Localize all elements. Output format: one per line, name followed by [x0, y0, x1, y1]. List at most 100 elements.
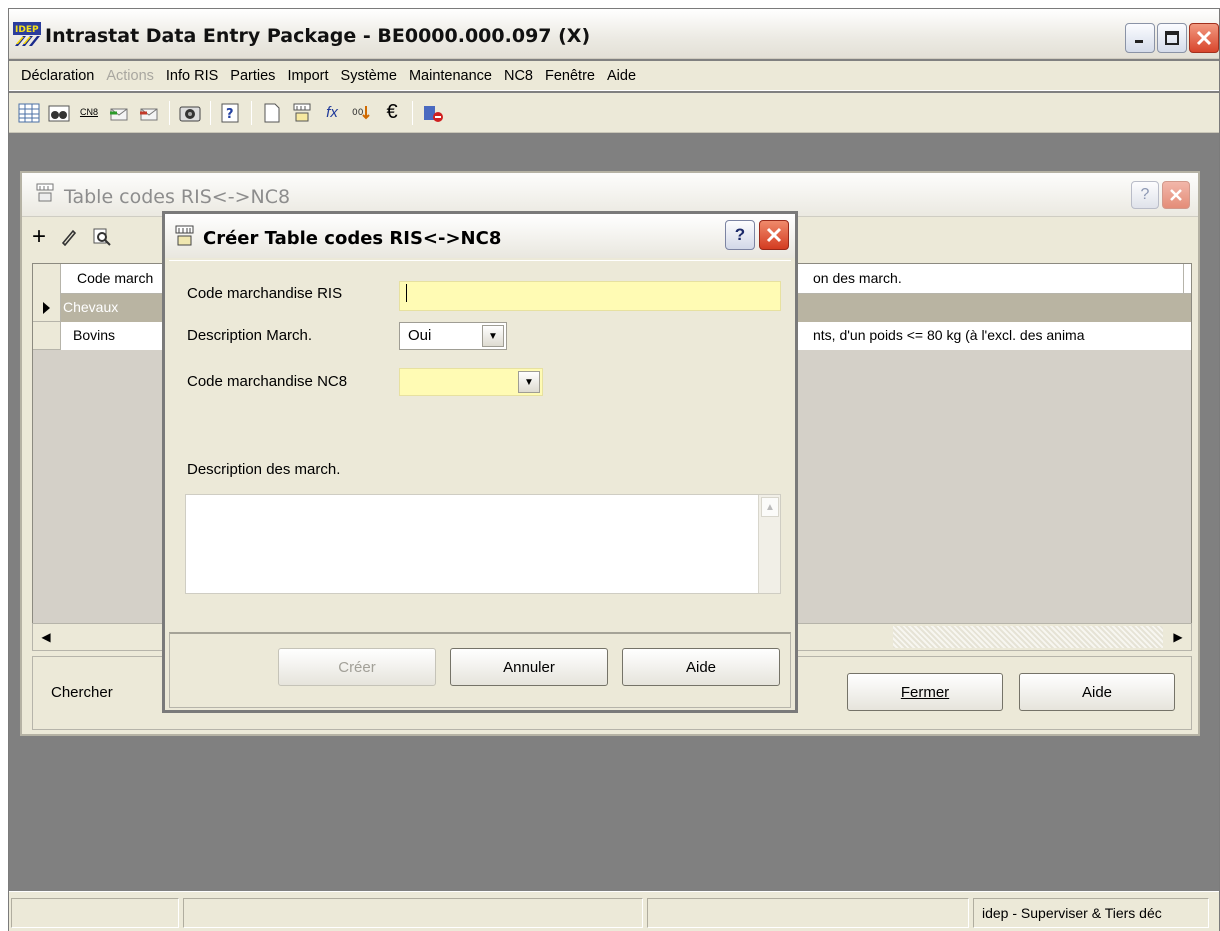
- maximize-button[interactable]: [1157, 23, 1187, 53]
- row-code: Chevaux: [63, 299, 119, 315]
- menu-import[interactable]: Import: [281, 68, 334, 84]
- export-envelope-icon[interactable]: [137, 101, 161, 125]
- scroll-left-icon[interactable]: ◀: [35, 626, 57, 648]
- desc-march-select[interactable]: Oui ▼: [399, 322, 507, 350]
- svg-text:?: ?: [226, 107, 234, 122]
- main-toolbar: CN8 ? fx 00 €: [9, 93, 1219, 133]
- description-label: Description des march.: [187, 461, 341, 478]
- close-icon: [766, 227, 782, 243]
- desc-march-label: Description March.: [187, 327, 313, 344]
- svg-text:IDEP: IDEP: [15, 25, 39, 35]
- view-magnifier-icon[interactable]: [92, 227, 112, 247]
- function-icon[interactable]: fx: [320, 101, 344, 125]
- scroll-up-icon[interactable]: ▲: [761, 497, 779, 517]
- code-nc8-select[interactable]: ▼: [399, 368, 543, 396]
- status-cell-1: [11, 898, 179, 928]
- exit-icon[interactable]: [421, 101, 445, 125]
- binoculars-icon[interactable]: [47, 101, 71, 125]
- menu-nc8[interactable]: NC8: [498, 68, 539, 84]
- code-ris-label: Code marchandise RIS: [187, 285, 343, 302]
- status-cell-2: [183, 898, 643, 928]
- close-button[interactable]: Fermer: [847, 673, 1003, 711]
- minimize-button[interactable]: [1125, 23, 1155, 53]
- menu-fenetre[interactable]: Fenêtre: [539, 68, 601, 84]
- table-codes-icon: [36, 183, 54, 202]
- scroll-right-icon[interactable]: ▶: [1167, 626, 1189, 648]
- child-toolbar: +: [32, 225, 112, 249]
- menu-info-ris[interactable]: Info RIS: [160, 68, 224, 84]
- euro-icon[interactable]: €: [380, 101, 404, 125]
- menu-maintenance[interactable]: Maintenance: [403, 68, 498, 84]
- menu-parties[interactable]: Parties: [224, 68, 281, 84]
- dialog-title-bar: Créer Table codes RIS<->NC8 ?: [165, 214, 795, 258]
- add-icon[interactable]: +: [32, 225, 46, 249]
- table-codes-icon: [175, 225, 194, 246]
- menu-systeme[interactable]: Système: [335, 68, 403, 84]
- dialog-help-action-button[interactable]: Aide: [622, 648, 780, 686]
- edit-pencil-icon[interactable]: [60, 228, 78, 246]
- current-row-arrow-icon: [43, 302, 50, 314]
- rounding-icon[interactable]: 00: [350, 101, 374, 125]
- code-nc8-label: Code marchandise NC8: [187, 373, 348, 390]
- row-indicator: [33, 294, 61, 322]
- dialog-help-button[interactable]: ?: [725, 220, 755, 250]
- minimize-icon: [1135, 40, 1143, 43]
- import-envelope-icon[interactable]: [107, 101, 131, 125]
- cancel-button[interactable]: Annuler: [450, 648, 608, 686]
- desc-march-value: Oui: [408, 327, 432, 344]
- cn8-label: CN8: [79, 107, 98, 117]
- status-user-text: idep - Superviser & Tiers déc: [982, 905, 1162, 921]
- close-icon: [1170, 189, 1182, 201]
- fx-label: fx: [326, 104, 338, 121]
- table-icon[interactable]: [17, 101, 41, 125]
- close-button-label: Fermer: [900, 683, 950, 701]
- column-code[interactable]: Code march: [77, 270, 153, 286]
- chevron-down-icon[interactable]: ▼: [482, 325, 504, 347]
- create-button-label: Créer: [338, 658, 376, 676]
- status-cell-user: idep - Superviser & Tiers déc: [973, 898, 1209, 928]
- new-document-icon[interactable]: [260, 101, 284, 125]
- idep-logo-icon: IDEP: [13, 22, 41, 48]
- close-icon: [1196, 30, 1212, 46]
- description-textarea[interactable]: ▲: [185, 494, 781, 594]
- title-bar: IDEP Intrastat Data Entry Package - BE00…: [9, 9, 1219, 59]
- dialog-title: Créer Table codes RIS<->NC8: [203, 228, 502, 249]
- menu-declaration[interactable]: Déclaration: [15, 68, 100, 84]
- menu-bar: Déclaration Actions Info RIS Parties Imp…: [9, 61, 1219, 91]
- menu-aide[interactable]: Aide: [601, 68, 642, 84]
- close-app-button[interactable]: [1189, 23, 1219, 53]
- dialog-close-button[interactable]: [759, 220, 789, 250]
- search-label: Chercher: [51, 684, 113, 701]
- chevron-down-icon[interactable]: ▼: [518, 371, 540, 393]
- table-codes-icon[interactable]: [290, 101, 314, 125]
- help-button[interactable]: Aide: [1019, 673, 1175, 711]
- dialog-footer: Créer Annuler Aide: [169, 632, 791, 708]
- cn8-nc8-icon[interactable]: CN8: [77, 101, 101, 125]
- row-code: Bovins: [73, 327, 116, 343]
- column-description[interactable]: on des march.: [813, 270, 902, 286]
- status-bar: idep - Superviser & Tiers déc: [9, 891, 1219, 931]
- dialog-body: Code marchandise RIS Description March. …: [169, 260, 791, 630]
- code-ris-input[interactable]: [399, 281, 781, 311]
- toolbar-separator: [169, 100, 170, 125]
- toolbar-separator: [210, 100, 211, 125]
- cancel-button-label: Annuler: [503, 658, 555, 676]
- help-icon[interactable]: ?: [219, 101, 243, 125]
- question-icon: ?: [734, 225, 746, 244]
- svg-text:00: 00: [352, 108, 364, 118]
- vertical-scrollbar[interactable]: ▲: [758, 495, 780, 593]
- menu-actions: Actions: [106, 67, 154, 84]
- help-button-label: Aide: [685, 658, 717, 676]
- scroll-track[interactable]: [893, 626, 1163, 648]
- status-cell-3: [647, 898, 969, 928]
- help-button-label: Aide: [1081, 683, 1113, 701]
- toolbar-separator: [412, 100, 413, 125]
- question-icon: ?: [1140, 186, 1150, 203]
- row-indicator: [33, 322, 61, 350]
- child-window-title: Table codes RIS<->NC8: [64, 186, 291, 208]
- camera-icon[interactable]: [178, 101, 202, 125]
- create-button[interactable]: Créer: [278, 648, 436, 686]
- app-title: Intrastat Data Entry Package - BE0000.00…: [45, 25, 591, 47]
- child-close-button[interactable]: [1162, 181, 1190, 209]
- child-help-button[interactable]: ?: [1131, 181, 1159, 209]
